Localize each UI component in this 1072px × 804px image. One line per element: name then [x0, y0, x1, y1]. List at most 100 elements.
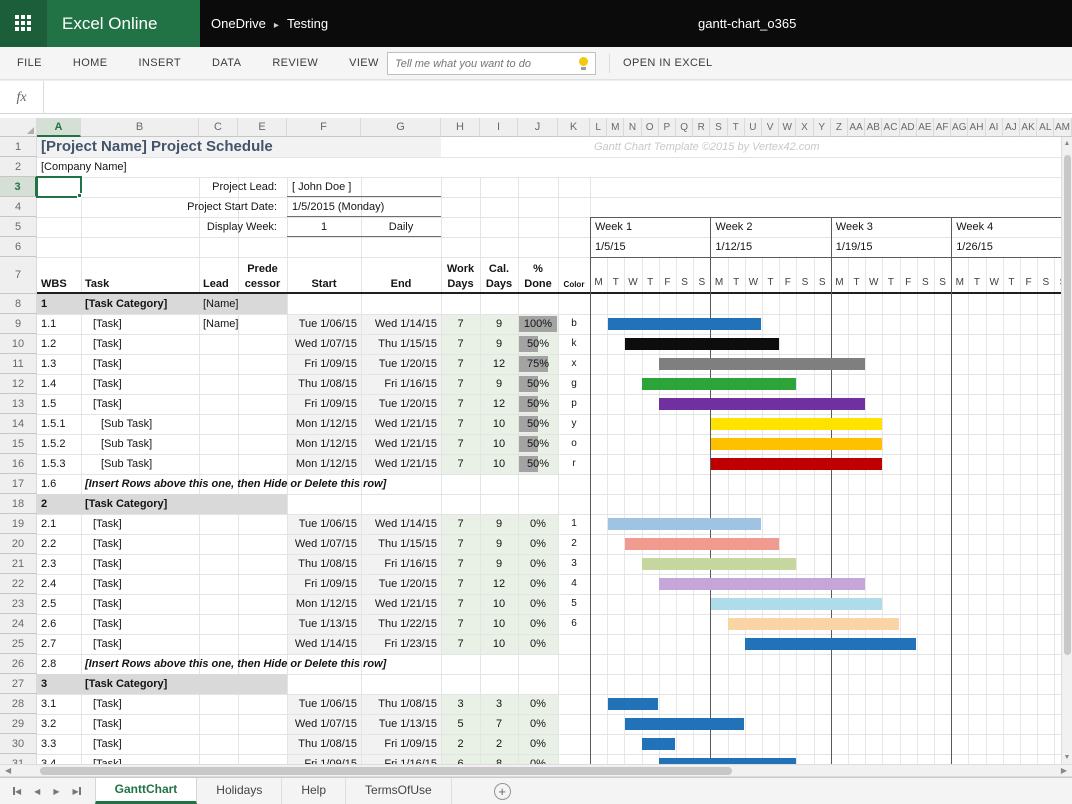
- tell-me-search[interactable]: [387, 52, 596, 75]
- cell-color-r21[interactable]: 3: [558, 554, 590, 574]
- col-header-AB[interactable]: AB: [865, 118, 882, 137]
- gantt-bar-r30[interactable]: [642, 738, 675, 750]
- col-header-AD[interactable]: AD: [900, 118, 917, 137]
- cell-done-r31[interactable]: 0%: [518, 754, 558, 764]
- cell-start-r31[interactable]: Fri 1/09/15: [287, 754, 357, 764]
- gantt-bar-r9[interactable]: [608, 318, 762, 330]
- col-header-O[interactable]: O: [642, 118, 659, 137]
- cell-cal-r9[interactable]: 9: [480, 314, 518, 334]
- menu-tab-file[interactable]: FILE: [17, 57, 42, 69]
- row-header-6[interactable]: 6: [0, 237, 37, 257]
- cell-done-r13[interactable]: 50%: [518, 394, 558, 414]
- row-header-14[interactable]: 14: [0, 414, 37, 434]
- cell-task-r12[interactable]: [Task]: [93, 374, 253, 394]
- breadcrumb-folder[interactable]: Testing: [287, 16, 328, 31]
- gantt-bar-r23[interactable]: [711, 598, 882, 610]
- col-header-AH[interactable]: AH: [968, 118, 985, 137]
- horizontal-scroll-thumb[interactable]: [40, 767, 732, 775]
- cell-cal-r29[interactable]: 7: [480, 714, 518, 734]
- gantt-bar-r14[interactable]: [711, 418, 882, 430]
- row-header-12[interactable]: 12: [0, 374, 37, 394]
- menu-tab-data[interactable]: DATA: [212, 57, 241, 69]
- cell-task-r19[interactable]: [Task]: [93, 514, 253, 534]
- row-header-10[interactable]: 10: [0, 334, 37, 354]
- row-header-7[interactable]: 7: [0, 257, 37, 294]
- cell-color-r20[interactable]: 2: [558, 534, 590, 554]
- cell-end-r20[interactable]: Thu 1/15/15: [361, 534, 437, 554]
- cell-task-r31[interactable]: [Task]: [93, 754, 253, 764]
- cell-end-r14[interactable]: Wed 1/21/15: [361, 414, 437, 434]
- horizontal-scrollbar[interactable]: ◀ ▶: [0, 764, 1072, 777]
- row-header-30[interactable]: 30: [0, 734, 37, 754]
- row-header-9[interactable]: 9: [0, 314, 37, 334]
- cell-start-r28[interactable]: Tue 1/06/15: [287, 694, 357, 714]
- row-header-11[interactable]: 11: [0, 354, 37, 374]
- col-header-U[interactable]: U: [745, 118, 762, 137]
- cell-done-r9[interactable]: 100%: [518, 314, 558, 334]
- cell-task-r11[interactable]: [Task]: [93, 354, 253, 374]
- form-value-1[interactable]: 1/5/2015 (Monday): [292, 197, 438, 217]
- col-header-AC[interactable]: AC: [882, 118, 899, 137]
- col-header-R[interactable]: R: [693, 118, 710, 137]
- cell-end-r21[interactable]: Fri 1/16/15: [361, 554, 437, 574]
- first-sheet-button[interactable]: ◀: [13, 787, 21, 796]
- cell-color-r19[interactable]: 1: [558, 514, 590, 534]
- cell-start-r24[interactable]: Tue 1/13/15: [287, 614, 357, 634]
- col-header-AE[interactable]: AE: [917, 118, 934, 137]
- row-header-2[interactable]: 2: [0, 157, 37, 177]
- menu-tab-home[interactable]: HOME: [73, 57, 108, 69]
- row-header-15[interactable]: 15: [0, 434, 37, 454]
- cell-wbs-r21[interactable]: 2.3: [41, 554, 85, 574]
- col-header-C[interactable]: C: [199, 118, 238, 137]
- scroll-right-arrow-icon[interactable]: ▶: [1061, 765, 1067, 776]
- app-launcher-icon[interactable]: [0, 0, 47, 47]
- gantt-bar-r20[interactable]: [625, 538, 779, 550]
- form-value-mode[interactable]: Daily: [361, 217, 441, 237]
- cell-task-r24[interactable]: [Task]: [93, 614, 253, 634]
- col-header-AL[interactable]: AL: [1037, 118, 1054, 137]
- cell-cal-r15[interactable]: 10: [480, 434, 518, 454]
- row-header-16[interactable]: 16: [0, 454, 37, 474]
- col-header-Q[interactable]: Q: [676, 118, 693, 137]
- cell-start-r19[interactable]: Tue 1/06/15: [287, 514, 357, 534]
- col-header-S[interactable]: S: [710, 118, 727, 137]
- active-cell-selection[interactable]: [36, 176, 82, 198]
- scroll-down-arrow-icon[interactable]: ▼: [1062, 754, 1072, 761]
- col-header-H[interactable]: H: [441, 118, 480, 137]
- next-sheet-button[interactable]: ▶: [53, 787, 59, 796]
- cell-start-r12[interactable]: Thu 1/08/15: [287, 374, 357, 394]
- last-sheet-button[interactable]: ▶: [72, 787, 80, 796]
- cell-task-r15[interactable]: [Sub Task]: [101, 434, 261, 454]
- gantt-bar-r22[interactable]: [659, 578, 864, 590]
- cell-cal-r30[interactable]: 2: [480, 734, 518, 754]
- selection-fill-handle[interactable]: [77, 193, 82, 198]
- cell-end-r30[interactable]: Fri 1/09/15: [361, 734, 437, 754]
- menu-tab-review[interactable]: REVIEW: [272, 57, 318, 69]
- cell-cal-r16[interactable]: 10: [480, 454, 518, 474]
- cell-work-r15[interactable]: 7: [441, 434, 480, 454]
- cell-color-r14[interactable]: y: [558, 414, 590, 434]
- cell-wbs-r9[interactable]: 1.1: [41, 314, 85, 334]
- cell-done-r20[interactable]: 0%: [518, 534, 558, 554]
- cell-cal-r10[interactable]: 9: [480, 334, 518, 354]
- cell-wbs-r13[interactable]: 1.5: [41, 394, 85, 414]
- cell-wbs-r16[interactable]: 1.5.3: [41, 454, 85, 474]
- cell-cal-r31[interactable]: 8: [480, 754, 518, 764]
- cell-work-r30[interactable]: 2: [441, 734, 480, 754]
- cell-task-r23[interactable]: [Task]: [93, 594, 253, 614]
- cell-end-r23[interactable]: Wed 1/21/15: [361, 594, 437, 614]
- cell-color-r9[interactable]: b: [558, 314, 590, 334]
- col-header-J[interactable]: J: [518, 118, 558, 137]
- col-header-G[interactable]: G: [361, 118, 441, 137]
- row-header-27[interactable]: 27: [0, 674, 37, 694]
- cell-end-r11[interactable]: Tue 1/20/15: [361, 354, 437, 374]
- cell-done-r16[interactable]: 50%: [518, 454, 558, 474]
- cell-work-r11[interactable]: 7: [441, 354, 480, 374]
- cell-work-r31[interactable]: 6: [441, 754, 480, 764]
- cell-done-r30[interactable]: 0%: [518, 734, 558, 754]
- gantt-bar-r11[interactable]: [659, 358, 864, 370]
- cell-cal-r28[interactable]: 3: [480, 694, 518, 714]
- form-value-display-week[interactable]: 1: [287, 217, 361, 237]
- cell-work-r9[interactable]: 7: [441, 314, 480, 334]
- row-header-23[interactable]: 23: [0, 594, 37, 614]
